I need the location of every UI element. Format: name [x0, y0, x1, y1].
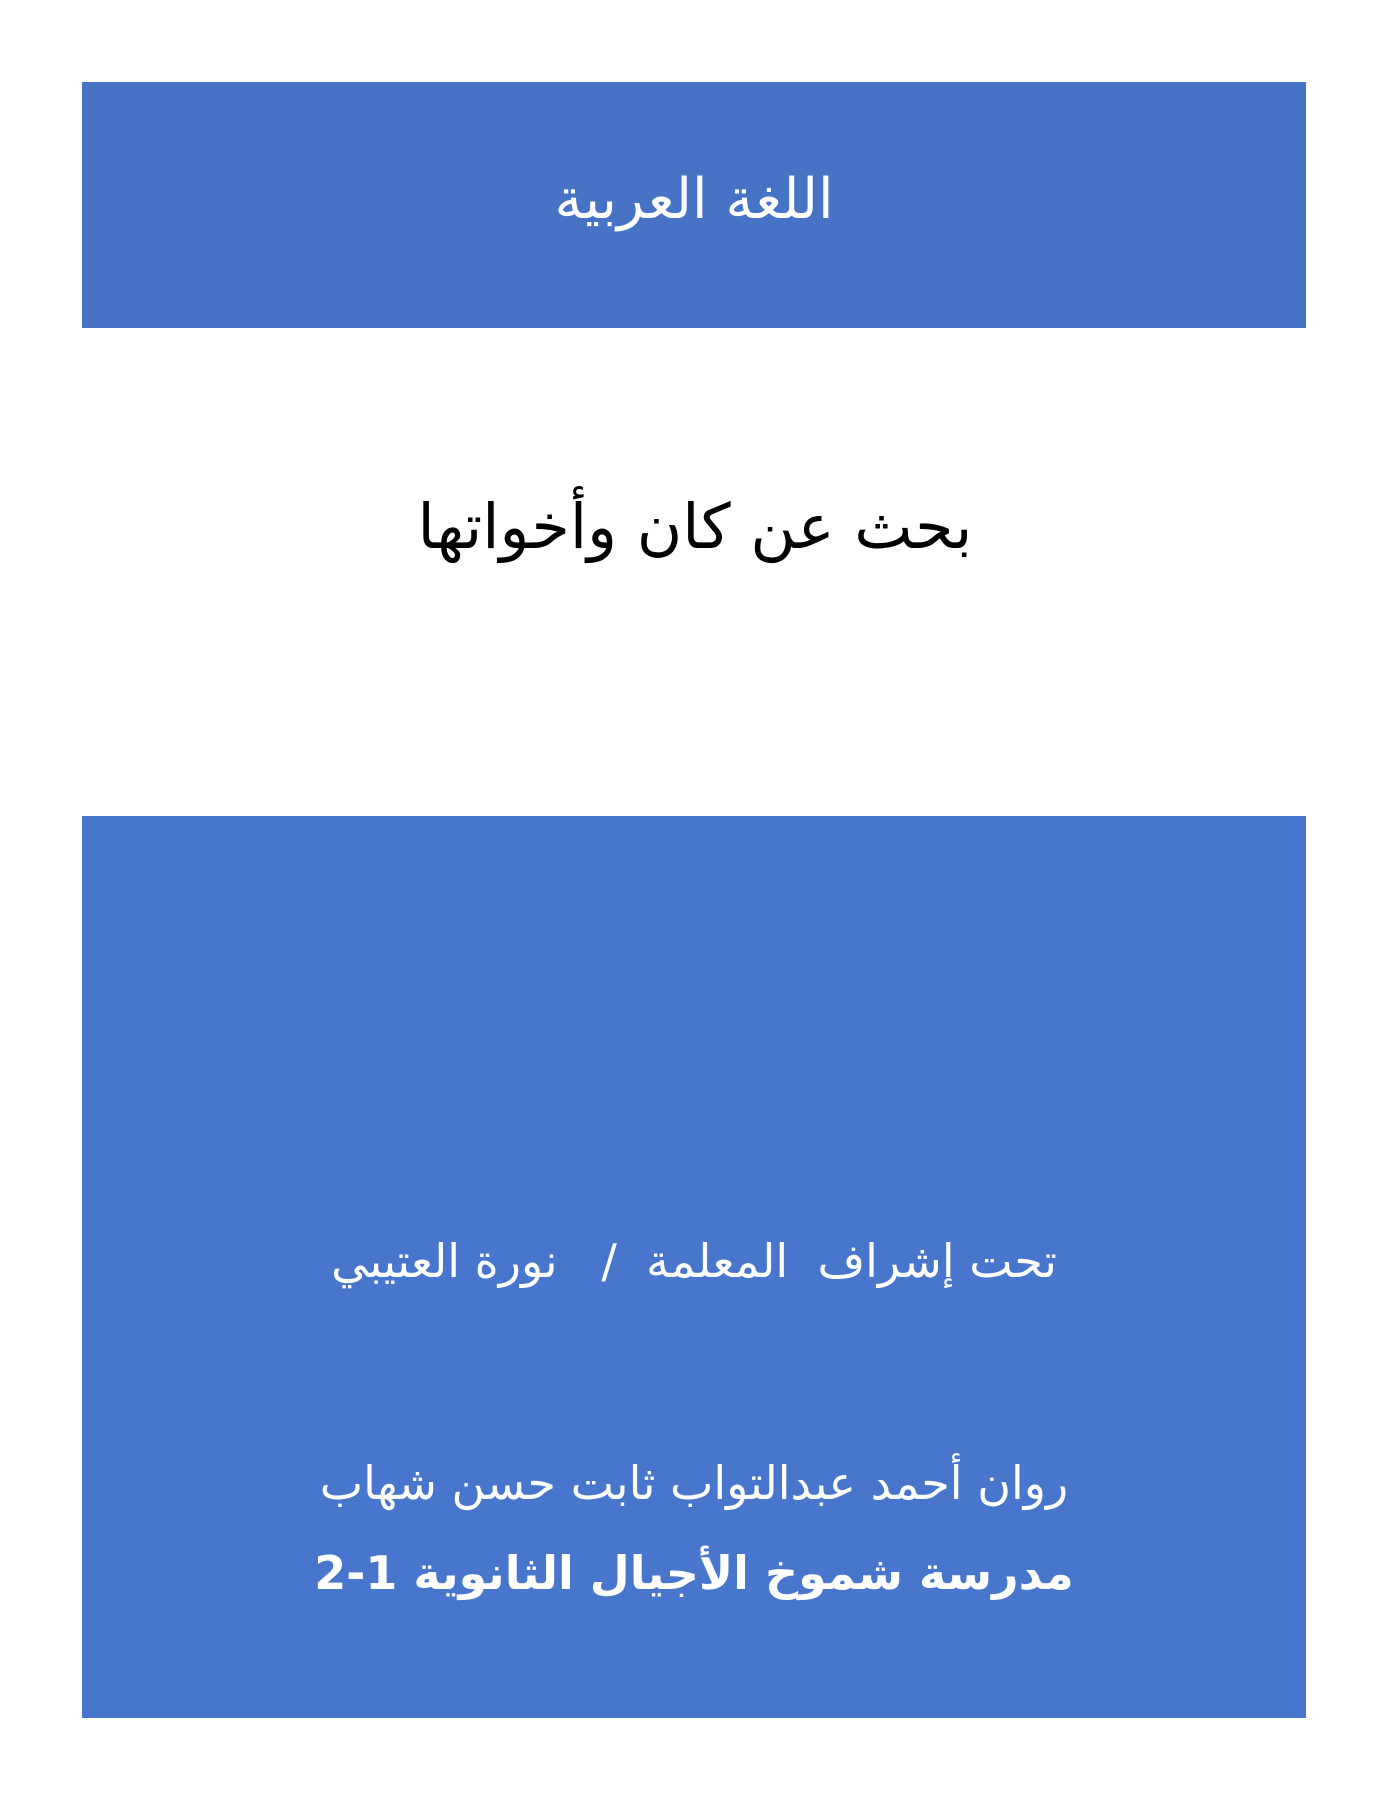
header-banner: اللغة العربية	[82, 82, 1306, 328]
footer-panel: تحت إشراف المعلمة / نورة العتيبي روان أح…	[82, 816, 1306, 1718]
student-name: روان أحمد عبدالتواب ثابت حسن شهاب	[319, 1456, 1069, 1510]
supervision-line: تحت إشراف المعلمة / نورة العتيبي	[331, 1234, 1057, 1288]
subject-title: اللغة العربية	[554, 166, 834, 232]
school-name: مدرسة شموخ الأجيال الثانوية 1-2	[314, 1546, 1074, 1600]
research-title: بحث عن كان وأخواتها	[417, 490, 973, 563]
